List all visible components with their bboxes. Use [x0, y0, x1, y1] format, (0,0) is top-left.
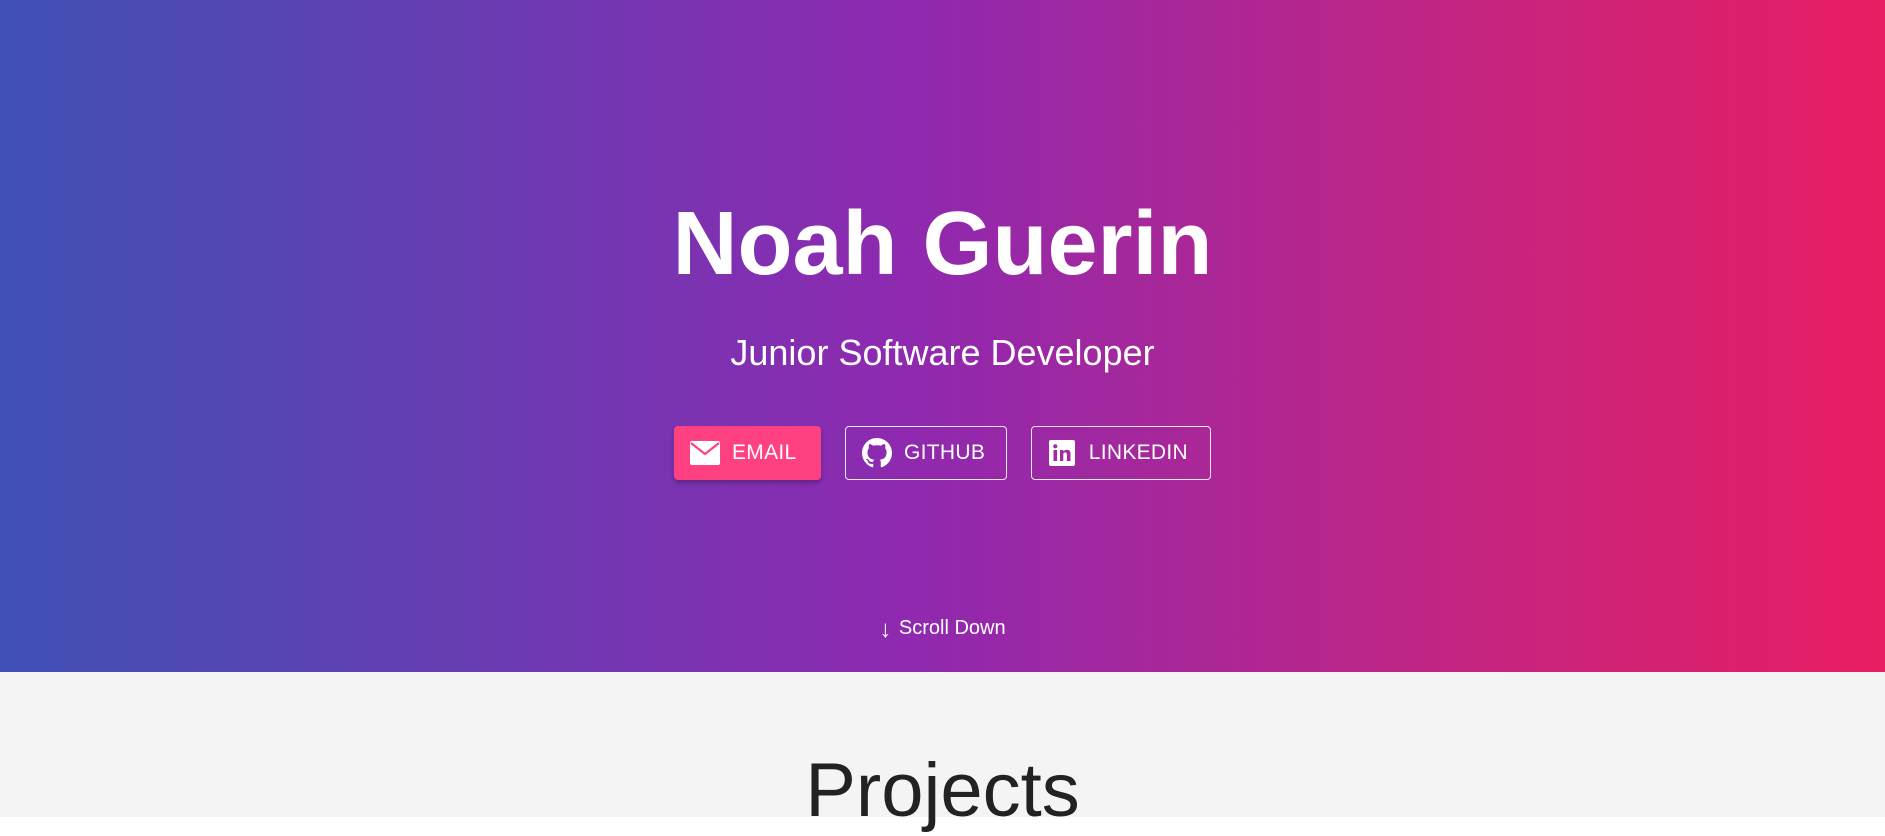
contact-buttons: EMAIL GITHUB LINKEDIN — [0, 426, 1885, 480]
github-button-label: GITHUB — [904, 441, 986, 464]
email-button-label: EMAIL — [732, 441, 797, 464]
arrow-down-icon: ↓ — [879, 616, 892, 643]
github-button[interactable]: GITHUB — [845, 426, 1007, 480]
linkedin-button-label: LINKEDIN — [1088, 441, 1188, 464]
linkedin-icon — [1048, 438, 1077, 468]
hero-section: Noah Guerin Junior Software Developer EM… — [0, 0, 1885, 672]
projects-section: Projects — [0, 672, 1885, 833]
hero-subtitle: Junior Software Developer — [730, 332, 1155, 373]
hero-name: Noah Guerin — [672, 194, 1213, 294]
scroll-down-label: Scroll Down — [898, 617, 1006, 639]
email-button[interactable]: EMAIL — [674, 426, 821, 480]
envelope-icon — [690, 438, 720, 468]
github-icon — [862, 438, 892, 468]
projects-title: Projects — [805, 748, 1080, 833]
linkedin-button[interactable]: LINKEDIN — [1031, 426, 1211, 480]
scroll-down-link[interactable]: ↓ Scroll Down — [0, 616, 1885, 644]
